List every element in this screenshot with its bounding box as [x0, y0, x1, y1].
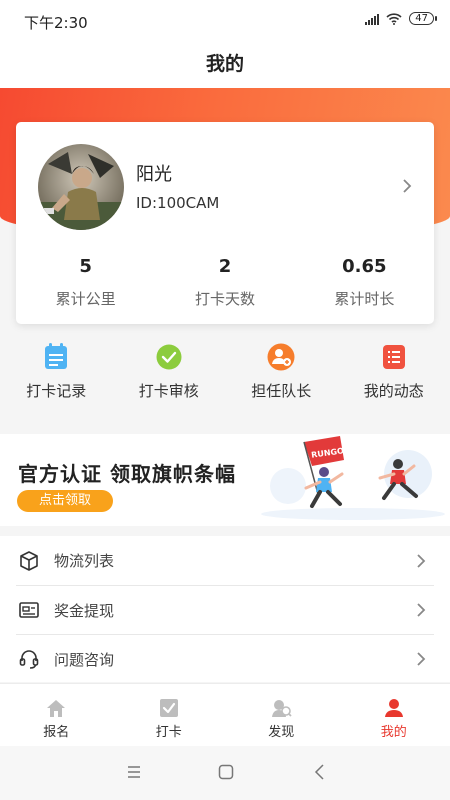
quick-checkin-review[interactable]: 打卡审核 [113, 342, 226, 424]
home-button-icon[interactable] [216, 762, 236, 782]
tab-label: 报名 [43, 725, 70, 740]
home-icon [47, 700, 66, 717]
status-icons: 47 [365, 12, 437, 25]
tab-checkin[interactable]: 打卡 [113, 684, 226, 746]
back-icon[interactable] [310, 762, 330, 782]
list-icon [382, 345, 405, 369]
user-icon [384, 699, 403, 717]
chevron-right-icon [417, 652, 426, 666]
menu-list: 物流列表 奖金提现 问题咨询 [0, 536, 450, 682]
quick-label: 打卡审核 [138, 382, 199, 400]
quick-actions: 打卡记录 打卡审核 担任队长 我的动态 [0, 342, 450, 424]
wifi-icon [386, 12, 402, 25]
profile-card[interactable]: 阳光 ID:100CAM 5 累计公里 2 打卡天数 0.65 累计时长 [16, 122, 434, 324]
title-bar: 我的 [0, 40, 450, 88]
stat-label: 累计公里 [55, 290, 116, 308]
promo-banner[interactable]: 官方认证 领取旗帜条幅 点击领取 RUNGO [0, 434, 450, 526]
stat-value: 0.65 [342, 256, 387, 277]
tab-label: 我的 [380, 725, 407, 740]
status-time: 下午2:30 [24, 14, 88, 32]
runners-illustration: RUNGO [261, 436, 445, 520]
captain-icon [267, 343, 295, 371]
quick-label: 打卡记录 [26, 382, 87, 400]
menu-label: 奖金提现 [54, 601, 115, 620]
chevron-right-icon[interactable] [402, 178, 412, 194]
discover-icon [272, 700, 292, 717]
checkbox-icon [159, 699, 178, 717]
claim-button[interactable]: 点击领取 [17, 490, 113, 512]
chevron-right-icon [417, 603, 426, 617]
stat-distance: 5 累计公里 [16, 256, 155, 309]
quick-checkin-records[interactable]: 打卡记录 [0, 342, 113, 424]
chevron-right-icon [417, 553, 426, 568]
check-circle-icon [156, 344, 182, 370]
quick-label: 我的动态 [363, 382, 424, 400]
page-title: 我的 [205, 53, 244, 75]
profile-id: ID:100CAM [136, 194, 220, 212]
menu-item-logistics[interactable]: 物流列表 [16, 536, 434, 585]
banner-title: 官方认证 领取旗帜条幅 [18, 462, 236, 486]
menu-label: 问题咨询 [54, 650, 115, 669]
quick-label: 担任队长 [251, 382, 312, 400]
system-nav-bar [0, 746, 450, 800]
tab-label: 打卡 [155, 725, 182, 740]
stat-label: 打卡天数 [194, 290, 255, 308]
menu-item-help[interactable]: 问题咨询 [16, 634, 434, 683]
quick-become-captain[interactable]: 担任队长 [225, 342, 338, 424]
menu-label: 物流列表 [54, 552, 115, 570]
stat-duration: 0.65 累计时长 [295, 256, 434, 309]
signal-icon [365, 13, 380, 25]
quick-my-updates[interactable]: 我的动态 [338, 342, 450, 424]
stats-row: 5 累计公里 2 打卡天数 0.65 累计时长 [16, 256, 434, 309]
tab-signup[interactable]: 报名 [0, 684, 113, 746]
tab-bar: 报名 打卡 发现 我的 [0, 683, 450, 746]
stat-value: 5 [79, 256, 92, 277]
calendar-icon [45, 343, 68, 369]
tab-mine[interactable]: 我的 [338, 684, 450, 746]
stat-label: 累计时长 [334, 290, 395, 308]
menu-icon[interactable] [124, 762, 144, 782]
stat-checkin-days: 2 打卡天数 [155, 256, 294, 309]
avatar[interactable] [38, 144, 124, 230]
tab-label: 发现 [268, 725, 295, 740]
menu-item-withdraw[interactable]: 奖金提现 [16, 585, 434, 634]
status-bar: 下午2:30 47 [0, 0, 450, 40]
box-icon [20, 550, 38, 571]
tab-discover[interactable]: 发现 [225, 684, 338, 746]
profile-name: 阳光 [136, 164, 172, 185]
stat-value: 2 [218, 256, 232, 277]
battery-icon: 47 [409, 12, 437, 25]
wallet-icon [19, 602, 39, 618]
headset-icon [19, 650, 39, 669]
